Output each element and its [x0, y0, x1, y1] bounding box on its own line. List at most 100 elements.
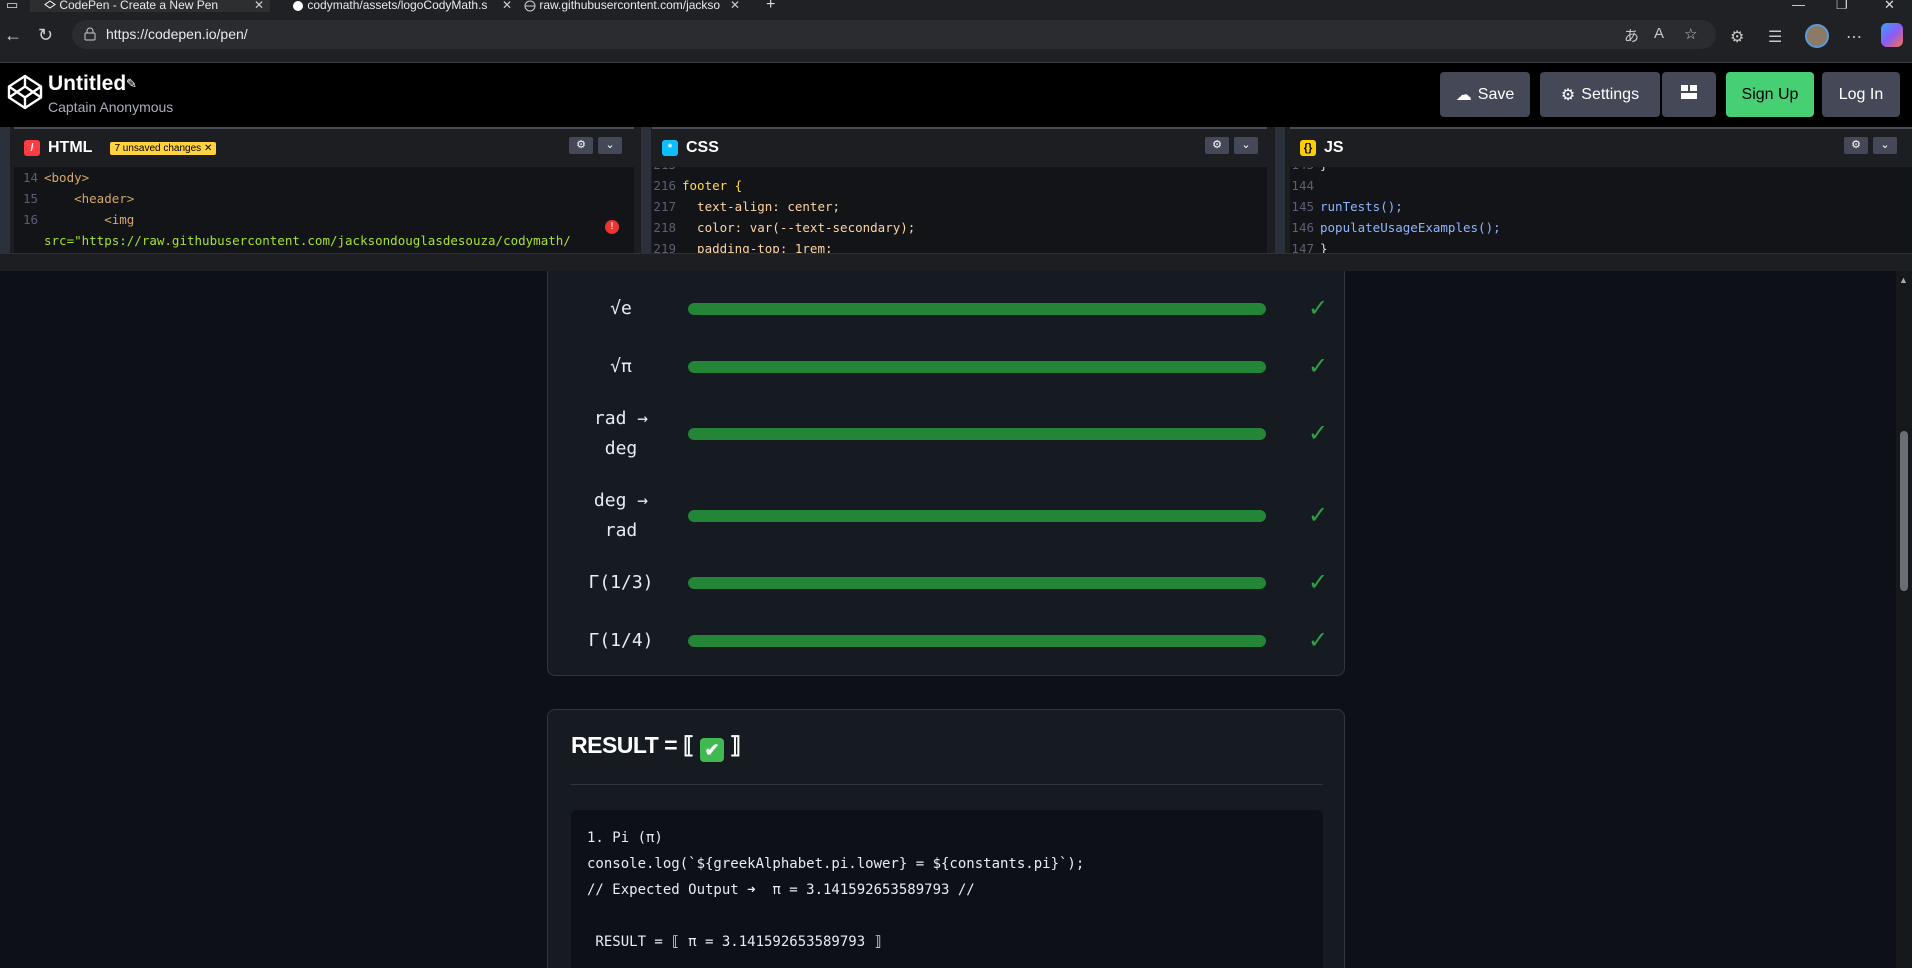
change-view-button[interactable] — [1662, 72, 1716, 117]
sign-up-button[interactable]: Sign Up — [1726, 72, 1814, 117]
extensions-icon[interactable]: ⚙ — [1730, 27, 1744, 47]
tab-css[interactable]: * CSS — [652, 127, 1267, 167]
tab-html[interactable]: / HTML 7 unsaved changes ✕ — [14, 127, 634, 167]
test-row: Γ(1/3) ✓ — [548, 558, 1346, 608]
tab-title: raw.githubusercontent.com/jackso — [539, 0, 721, 12]
preview-scrollbar[interactable]: ▲ — [1896, 271, 1912, 968]
profile-avatar[interactable] — [1805, 24, 1829, 48]
favorite-star-icon[interactable]: ☆ — [1684, 25, 1697, 43]
result-card: RESULT = ⟦ ✔ ⟧ 1. Pi (π) console.log(`${… — [547, 709, 1345, 968]
new-tab-button[interactable]: + — [766, 0, 775, 12]
check-icon: ✓ — [1308, 420, 1329, 447]
settings-button[interactable]: ⚙ Settings — [1540, 72, 1660, 117]
js-settings-gear-icon[interactable]: ⚙ — [1844, 137, 1868, 154]
error-icon[interactable]: ! — [605, 220, 619, 234]
test-label: Γ(1/4) — [588, 630, 654, 651]
sidebar-toggle-icon[interactable]: ▭ — [6, 0, 18, 11]
code-line: } — [1320, 167, 1328, 172]
more-menu-icon[interactable]: ⋯ — [1846, 27, 1862, 47]
tab-title: CodePen - Create a New Pen — [59, 0, 219, 12]
result-preview: √e ✓ √π ✓ rad → deg ✓ deg → rad ✓ Γ(1/3)… — [0, 271, 1912, 968]
scroll-up-arrow-icon[interactable]: ▲ — [1899, 275, 1908, 285]
browser-tab-raw[interactable]: raw.githubusercontent.com/jackso ✕ — [520, 0, 746, 12]
heading-divider — [571, 784, 1323, 785]
test-row: √π ✓ — [548, 342, 1346, 392]
code-line: // Expected Output ➜ π = 3.1415926535897… — [587, 882, 975, 898]
test-label: rad → deg — [593, 408, 649, 459]
window-close-icon[interactable]: ✕ — [1884, 0, 1895, 11]
edit-title-pencil-icon[interactable]: ✎ — [126, 76, 137, 92]
editor-resize-bar[interactable] — [0, 253, 1912, 271]
html-code[interactable]: 14 <body> 15 <header> 16 <img src="https:… — [14, 167, 634, 253]
close-tab-icon[interactable]: ✕ — [254, 0, 264, 11]
address-bar[interactable]: https://codepen.io/pen/ あ A ☆ — [72, 20, 1716, 49]
copilot-icon[interactable] — [1881, 23, 1903, 47]
close-tab-icon[interactable]: ✕ — [502, 0, 512, 11]
codepen-header: Untitled ✎ Captain Anonymous ☁ Save ⚙ Se… — [0, 63, 1912, 127]
favorites-icon[interactable]: ☰ — [1768, 27, 1782, 47]
pane-resizer[interactable] — [1275, 127, 1285, 253]
lock-icon — [84, 27, 96, 41]
css-collapse-chevron-icon[interactable]: ⌄ — [1234, 137, 1258, 154]
browser-tab-strip: ▭ CodePen - Create a New Pen ✕ codymath/… — [0, 0, 1912, 12]
minimize-icon[interactable]: — — [1792, 0, 1805, 11]
code-line: <body> — [44, 170, 90, 185]
pane-resizer[interactable] — [641, 127, 651, 253]
test-progress-bar — [688, 303, 1266, 315]
code-line: RESULT = ⟦ π = 3.141592653589793 ⟧ — [587, 934, 883, 950]
test-row: √e ✓ — [548, 284, 1346, 334]
log-in-button[interactable]: Log In — [1822, 72, 1900, 117]
settings-label: Settings — [1581, 85, 1640, 103]
test-progress-bar — [688, 361, 1266, 373]
browser-tab-codepen[interactable]: CodePen - Create a New Pen ✕ — [30, 0, 270, 12]
pen-title[interactable]: Untitled — [48, 72, 126, 96]
pane-resizer[interactable] — [0, 127, 10, 253]
code-line: } — [1320, 241, 1328, 253]
editor-panes: / HTML 7 unsaved changes ✕ ⚙ ⌄ 14 <body> … — [0, 127, 1912, 271]
check-icon: ✓ — [1308, 353, 1329, 380]
tests-card: √e ✓ √π ✓ rad → deg ✓ deg → rad ✓ Γ(1/3)… — [547, 271, 1345, 676]
code-line: src="https://raw.githubusercontent.com/j… — [44, 233, 571, 248]
css-code[interactable]: 215 216footer { 217 text-align: center; … — [652, 167, 1267, 253]
check-icon: ✓ — [1308, 502, 1329, 529]
html-icon: / — [24, 140, 40, 156]
css-settings-gear-icon[interactable]: ⚙ — [1205, 137, 1229, 154]
read-aloud-icon[interactable]: A — [1654, 25, 1664, 42]
html-collapse-chevron-icon[interactable]: ⌄ — [598, 137, 622, 154]
address-bar-row: ← ↻ https://codepen.io/pen/ あ A ☆ ⚙ ☰ ⋯ — [0, 12, 1912, 63]
code-line: padding-top: 1rem; — [682, 241, 833, 253]
test-label: deg → rad — [593, 490, 649, 541]
restore-icon[interactable]: ❐ — [1836, 0, 1848, 11]
js-code[interactable]: 143} 144 145runTests(); 146populateUsage… — [1290, 167, 1912, 253]
translate-icon[interactable]: あ — [1624, 25, 1639, 46]
test-row: Γ(1/4) ✓ — [548, 616, 1346, 666]
html-editor-pane: / HTML 7 unsaved changes ✕ ⚙ ⌄ 14 <body> … — [14, 127, 634, 253]
code-line: console.log(`${greekAlphabet.pi.lower} =… — [587, 856, 1085, 872]
layout-icon — [1681, 85, 1697, 104]
test-row: rad → deg ✓ — [548, 394, 1346, 474]
save-button[interactable]: ☁ Save — [1440, 72, 1530, 117]
unsaved-changes-badge[interactable]: 7 unsaved changes ✕ — [110, 141, 217, 155]
js-editor-pane: {} JS ⚙ ⌄ 143} 144 145runTests(); 146pop… — [1290, 127, 1912, 253]
test-progress-bar — [688, 510, 1266, 522]
pen-author: Captain Anonymous — [48, 99, 174, 115]
js-collapse-chevron-icon[interactable]: ⌄ — [1873, 137, 1897, 154]
tab-js[interactable]: {} JS — [1290, 127, 1912, 167]
check-icon: ✓ — [1308, 569, 1329, 596]
code-line: runTests(); — [1320, 199, 1403, 214]
code-line: <header> — [44, 191, 135, 206]
code-line: text-align: center; — [682, 199, 841, 214]
browser-tab-github[interactable]: codymath/assets/logoCodyMath.s ✕ — [278, 0, 518, 12]
cloud-icon: ☁ — [1455, 86, 1472, 104]
close-tab-icon[interactable]: ✕ — [730, 0, 740, 11]
codepen-favicon — [44, 0, 56, 12]
html-settings-gear-icon[interactable]: ⚙ — [569, 137, 593, 154]
globe-icon — [524, 0, 536, 12]
css-icon: * — [662, 140, 678, 156]
codepen-logo-icon[interactable] — [6, 73, 44, 111]
refresh-icon[interactable]: ↻ — [38, 25, 53, 45]
test-progress-bar — [688, 428, 1266, 440]
scrollbar-thumb[interactable] — [1900, 431, 1908, 591]
back-icon[interactable]: ← — [4, 25, 22, 45]
result-heading: RESULT = ⟦ ✔ ⟧ — [571, 732, 741, 762]
